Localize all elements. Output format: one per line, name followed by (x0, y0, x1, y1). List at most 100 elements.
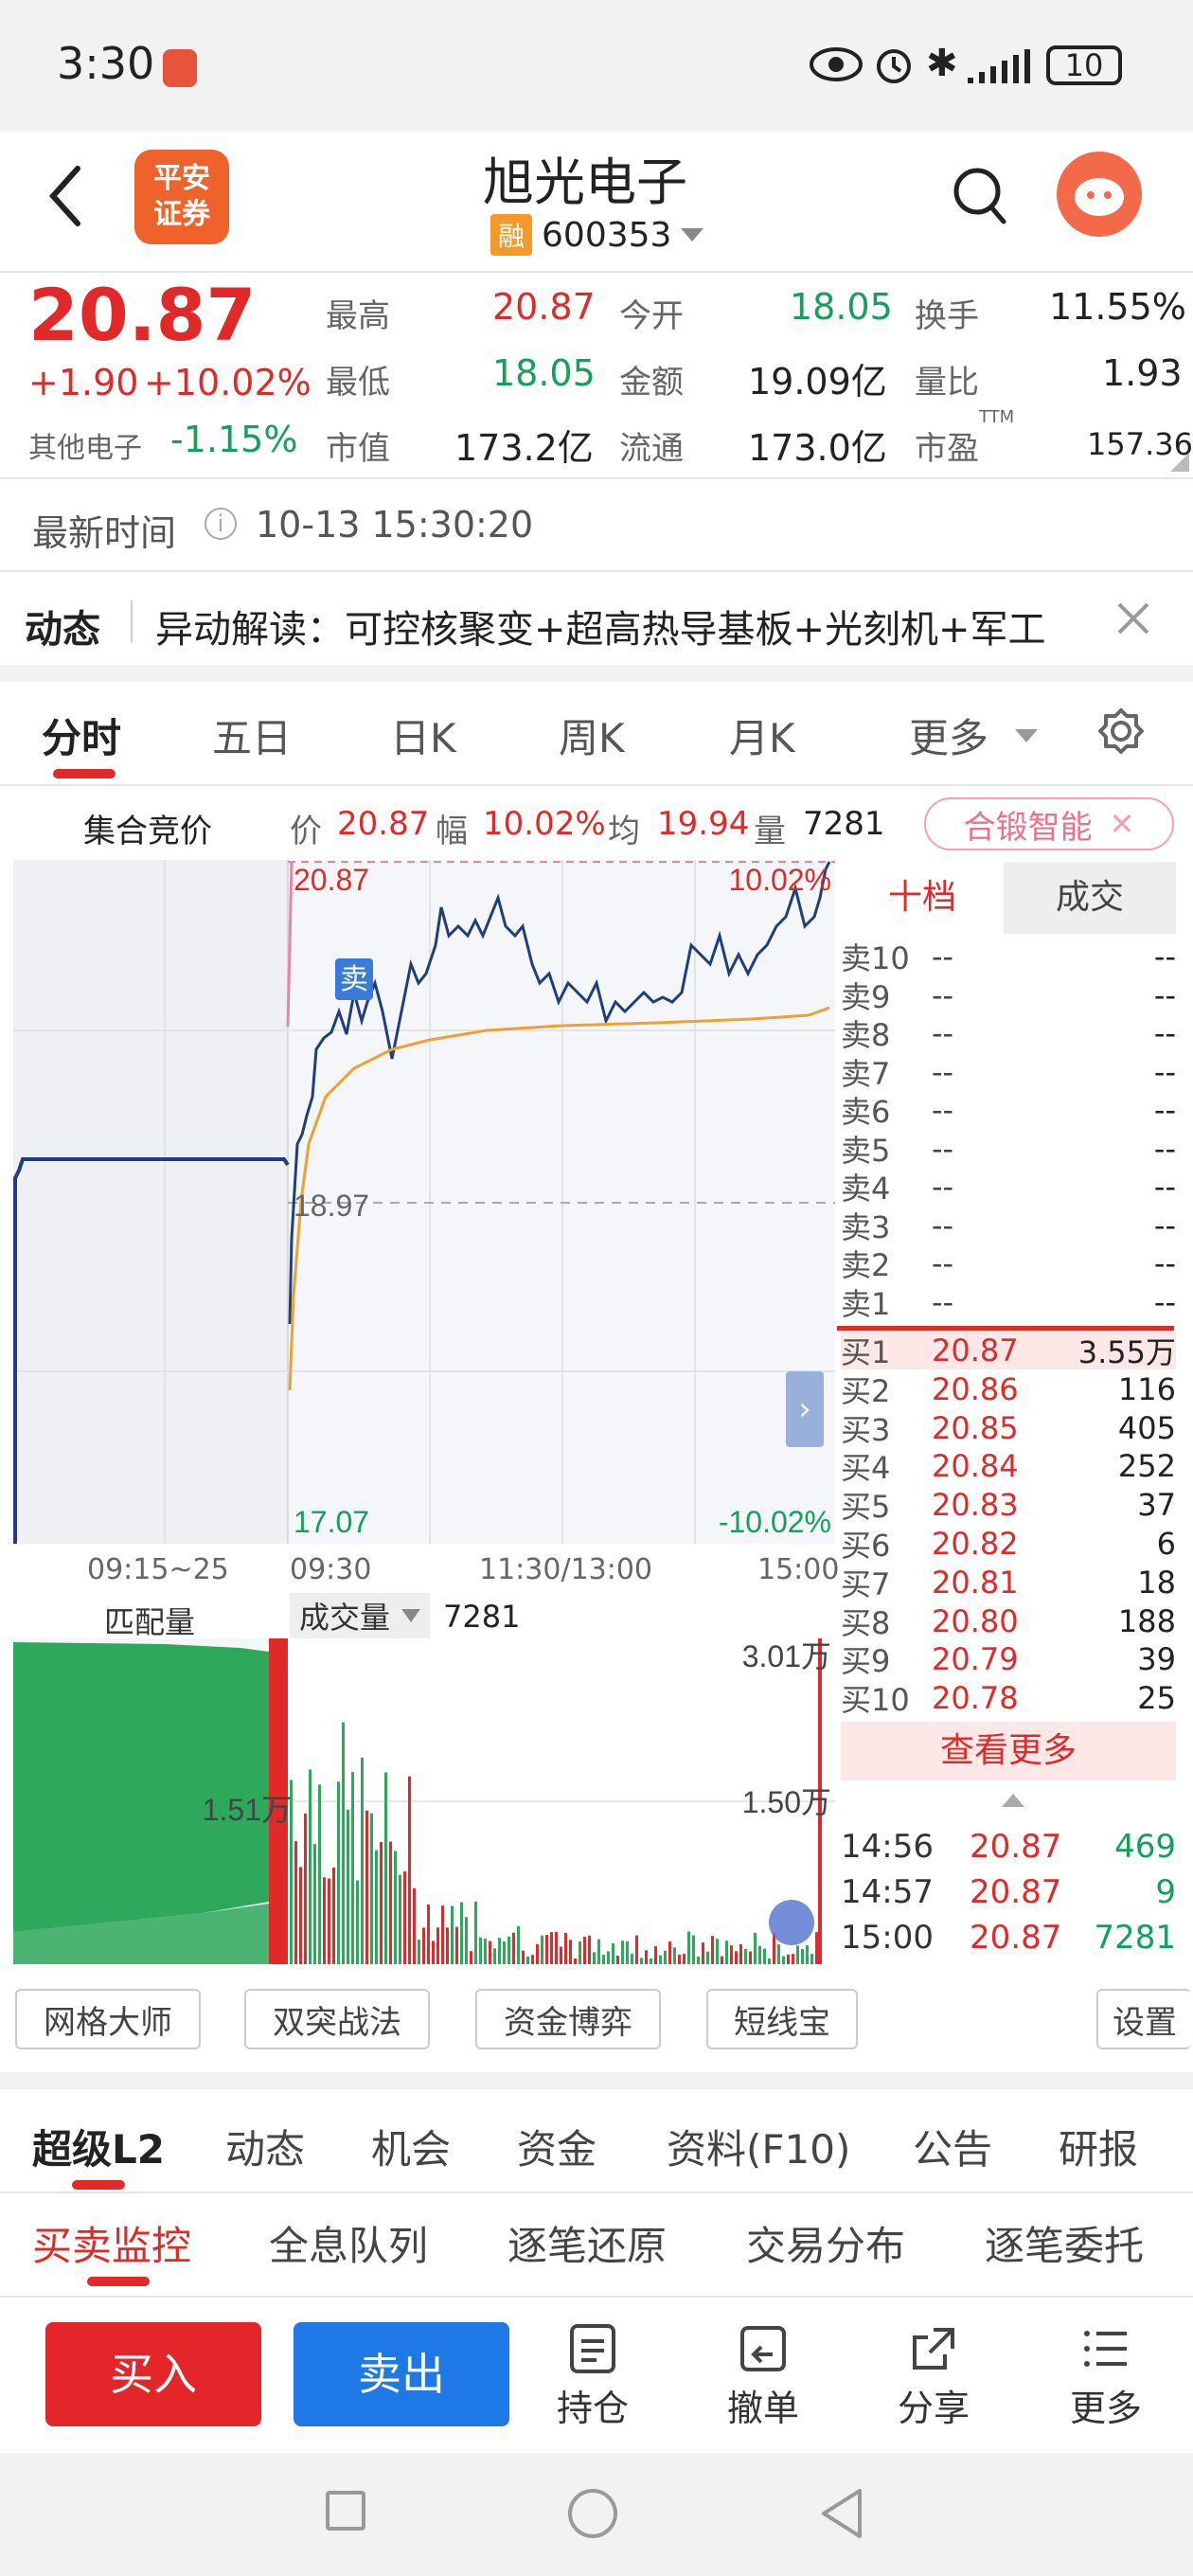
sub-tab-tick-orders[interactable]: 逐笔委托 (985, 2214, 1144, 2272)
close-icon[interactable]: ✕ (1110, 806, 1135, 842)
tab-fenshi[interactable]: 分时 (42, 707, 121, 764)
ask-level: 卖3 (841, 1208, 891, 1245)
ask-price: -- (932, 1015, 954, 1051)
tab-month-k[interactable]: 月K (729, 707, 795, 764)
price-change-pct: +10.02% (144, 362, 312, 403)
news-text[interactable]: 异动解读：可控核聚变+超高热导基板+光刻机+军工 (155, 599, 1046, 653)
tool-grid-master[interactable]: 网格大师 (15, 1989, 201, 2049)
back-icon[interactable] (45, 163, 83, 233)
low-value: 18.05 (492, 352, 596, 394)
tab-5day[interactable]: 五日 (212, 707, 292, 764)
bid-price: 20.85 (932, 1409, 1019, 1446)
ask-volume: -- (1153, 1207, 1176, 1243)
sub-tab-order-monitor[interactable]: 买卖监控 (32, 2214, 191, 2272)
ask-level: 卖9 (841, 978, 891, 1015)
info-tab-f10[interactable]: 资料(F10) (667, 2118, 850, 2175)
info-icon[interactable]: i (205, 508, 237, 540)
open-value: 18.05 (790, 286, 893, 328)
ask-price: -- (932, 976, 954, 1013)
tool-short-term[interactable]: 短线宝 (706, 1989, 858, 2049)
ask-row: 卖8 -- -- (841, 1014, 1176, 1053)
bid-level: 买4 (841, 1450, 891, 1487)
section-gap (0, 665, 1193, 682)
broker-logo[interactable]: 平安证券 (134, 150, 229, 244)
current-price: 20.87 (28, 273, 257, 357)
bid-level: 买5 (841, 1489, 891, 1526)
latest-time-label: 最新时间 (32, 512, 177, 554)
ai-concept-tag[interactable]: 合锻智能 ✕ (924, 797, 1174, 850)
info-tab-news[interactable]: 动态 (225, 2118, 305, 2175)
bid-row: 买1 20.87 3.55万 (841, 1332, 1176, 1370)
buy-button[interactable]: 买入 (45, 2322, 261, 2426)
volume-selector[interactable]: 成交量 (290, 1593, 431, 1638)
mktcap-label: 市值 (326, 430, 390, 468)
volume-bar (427, 1904, 430, 1964)
stock-code-selector[interactable]: 融 600353 (490, 214, 704, 256)
info-tab-super-l2[interactable]: 超级L2 (32, 2118, 165, 2175)
share-button[interactable]: 分享 (877, 2322, 990, 2436)
bid-volume: 116 (1117, 1370, 1176, 1407)
sub-tab-tick-restore[interactable]: 逐笔还原 (507, 2214, 667, 2272)
volume-bar (678, 1954, 681, 1964)
trade-row: 14:56 20.87 469 (841, 1828, 1176, 1866)
ask-price: -- (932, 939, 954, 975)
ask-price: -- (932, 1169, 954, 1205)
orderbook-tab-10[interactable]: 十档 (841, 862, 1004, 934)
sub-tab-trade-dist[interactable]: 交易分布 (746, 2214, 905, 2272)
tool-settings[interactable]: 设置 (1096, 1989, 1191, 2049)
tab-week-k[interactable]: 周K (559, 707, 625, 764)
bid-volume: 188 (1117, 1602, 1176, 1639)
ask-row: 卖10 -- -- (841, 938, 1176, 976)
expand-orderbook-button[interactable]: › (786, 1371, 824, 1447)
sub-tab-queue[interactable]: 全息队列 (269, 2214, 428, 2272)
back-nav-icon[interactable] (818, 2487, 865, 2544)
status-time: 3:30 (57, 38, 155, 89)
orderbook-tab-trades[interactable]: 成交 (1004, 862, 1176, 934)
ask-row: 卖2 -- -- (841, 1244, 1176, 1283)
volume-bar (645, 1950, 648, 1964)
cancel-order-button[interactable]: 撤单 (706, 2322, 820, 2436)
ask-row: 卖5 -- -- (841, 1130, 1176, 1169)
holdings-button[interactable]: 持仓 (536, 2322, 650, 2436)
volume-bar (650, 1959, 652, 1964)
volume-bar (531, 1955, 534, 1964)
chart-bot-price: 17.07 (294, 1505, 369, 1539)
search-icon[interactable] (953, 167, 1009, 231)
sell-button[interactable]: 卖出 (294, 2322, 509, 2426)
volume-bar (304, 1813, 307, 1964)
chevron-up-icon[interactable] (1002, 1794, 1024, 1807)
volume-bar (564, 1932, 567, 1964)
more-button[interactable]: 更多 (1049, 2322, 1163, 2436)
view-more-button[interactable]: 查看更多 (841, 1722, 1176, 1780)
bluetooth-icon: ✱ (926, 42, 958, 85)
ask-level: 卖5 (841, 1132, 891, 1169)
volume-bar (498, 1938, 501, 1964)
vol-ratio-value: 1.93 (1102, 352, 1183, 394)
bid-row: 买5 20.83 37 (841, 1486, 1176, 1526)
volume-bar (536, 1943, 539, 1964)
volume-mid-label: 1.50万 (742, 1785, 831, 1819)
volume-bar (441, 1905, 444, 1964)
home-icon[interactable] (568, 2489, 617, 2538)
tab-more[interactable]: 更多 (909, 707, 1039, 764)
volume-bar (616, 1956, 619, 1964)
auction-avg-label: 均 (608, 813, 640, 850)
info-tab-opportunity[interactable]: 机会 (371, 2118, 451, 2175)
info-tab-capital[interactable]: 资金 (517, 2118, 596, 2175)
assistant-avatar[interactable] (1057, 152, 1142, 237)
volume-bar (735, 1951, 738, 1964)
sub-tab-underline (87, 2277, 150, 2286)
volume-bar (337, 1781, 340, 1964)
tool-capital-game[interactable]: 资金博弈 (475, 1989, 661, 2049)
tab-day-k[interactable]: 日K (390, 707, 456, 764)
volume-bar (744, 1948, 747, 1964)
tool-double-breakout[interactable]: 双突战法 (244, 1989, 430, 2049)
info-tab-research[interactable]: 研报 (1059, 2118, 1138, 2175)
volume-bar (593, 1952, 596, 1964)
gear-icon[interactable] (1096, 707, 1146, 760)
info-tab-announcement[interactable]: 公告 (913, 2118, 992, 2175)
stock-code: 600353 (542, 215, 672, 255)
bid-row: 买3 20.85 405 (841, 1409, 1176, 1448)
close-icon[interactable] (1113, 599, 1153, 642)
recent-apps-icon[interactable] (326, 2491, 365, 2531)
